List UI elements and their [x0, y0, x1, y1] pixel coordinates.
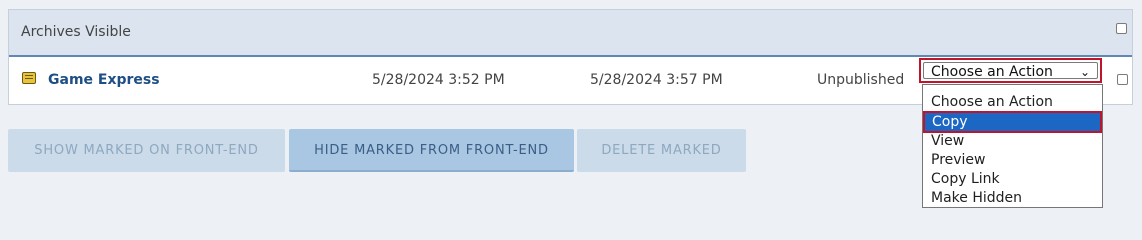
action-select-value: Choose an Action	[931, 64, 1053, 80]
game-item-icon	[22, 72, 36, 84]
delete-marked-button[interactable]: DELETE MARKED	[577, 129, 746, 172]
action-select-box[interactable]: Choose an Action ⌄	[923, 62, 1098, 80]
hide-marked-button[interactable]: HIDE MARKED FROM FRONT-END	[289, 129, 574, 172]
dropdown-option-view[interactable]: View	[931, 132, 964, 150]
chevron-down-icon: ⌄	[1079, 65, 1090, 79]
dropdown-option-make-hidden[interactable]: Make Hidden	[931, 189, 1022, 207]
panel-title: Archives Visible	[21, 24, 131, 40]
select-all-checkbox[interactable]	[1116, 23, 1127, 34]
item-name-link[interactable]: Game Express	[48, 72, 160, 88]
dropdown-option-preview[interactable]: Preview	[931, 151, 986, 169]
dropdown-option-choose-action[interactable]: Choose an Action	[931, 93, 1053, 111]
row-checkbox[interactable]	[1117, 74, 1128, 85]
action-dropdown-list[interactable]: Choose an Action Copy View Preview Copy …	[922, 84, 1103, 208]
created-date: 5/28/2024 3:52 PM	[372, 72, 505, 88]
modified-date: 5/28/2024 3:57 PM	[590, 72, 723, 88]
action-select[interactable]: Choose an Action ⌄	[919, 58, 1102, 83]
panel-header: Archives Visible	[9, 10, 1132, 57]
show-marked-button[interactable]: SHOW MARKED ON FRONT-END	[8, 129, 285, 172]
dropdown-option-copy-link[interactable]: Copy Link	[931, 170, 1000, 188]
dropdown-option-copy[interactable]: Copy	[923, 111, 1102, 133]
status-text: Unpublished	[817, 72, 905, 88]
